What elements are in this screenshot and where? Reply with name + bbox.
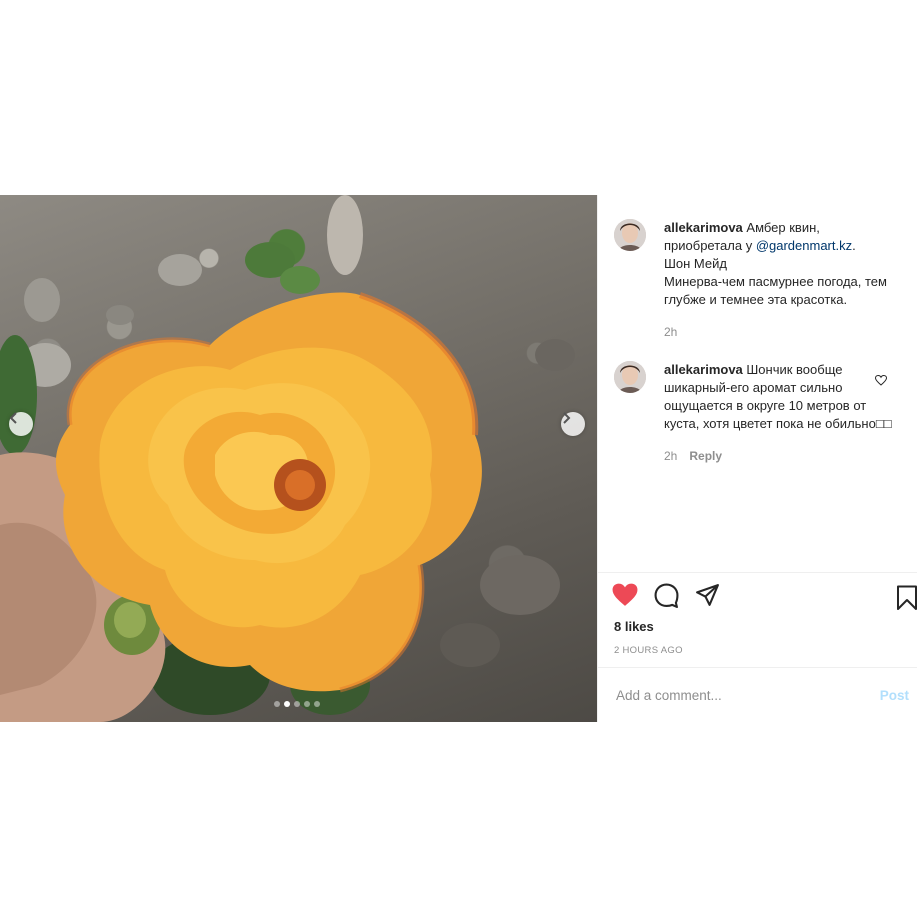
comment-time[interactable]: 2h (664, 323, 677, 341)
save-button[interactable] (895, 585, 917, 616)
comment-text: allekarimova Амбер квин, приобретала у @… (664, 220, 887, 307)
comment-bubble-icon (654, 583, 679, 608)
comments-list: allekarimova Амбер квин, приобретала у @… (598, 195, 917, 572)
post-timestamp[interactable]: 2 HOURS AGO (614, 645, 683, 656)
carousel-dot (284, 701, 290, 707)
comment-username[interactable]: allekarimova (664, 362, 743, 377)
carousel-dot (274, 701, 280, 707)
avatar[interactable] (614, 219, 646, 251)
chevron-right-icon (563, 412, 571, 424)
carousel-next-button[interactable] (561, 412, 585, 436)
chevron-left-icon (9, 412, 17, 424)
likes-count[interactable]: 8 likes (614, 619, 654, 634)
post-actions: 8 likes 2 HOURS AGO (598, 572, 917, 668)
heart-outline-icon (874, 374, 888, 386)
carousel-indicator (274, 701, 320, 707)
reply-button[interactable]: Reply (689, 447, 722, 465)
comment-username[interactable]: allekarimova (664, 220, 743, 235)
rose-photo (0, 195, 575, 722)
mention-link[interactable]: @gardenmart.kz (756, 238, 852, 253)
carousel-dot (294, 701, 300, 707)
add-comment-section: Post (598, 667, 917, 723)
carousel-prev-button[interactable] (9, 412, 33, 436)
post-side-panel: allekarimova Амбер квин, приобретала у @… (597, 195, 917, 722)
comment-input[interactable] (614, 687, 868, 704)
paper-plane-icon (696, 584, 719, 606)
share-button[interactable] (695, 583, 720, 613)
bookmark-icon (897, 585, 917, 610)
heart-filled-icon (612, 583, 638, 606)
instagram-post: allekarimova Амбер квин, приобретала у @… (0, 195, 917, 722)
comment-like-button[interactable] (874, 373, 888, 391)
comment-time[interactable]: 2h (664, 447, 677, 465)
caption-comment: allekarimova Амбер квин, приобретала у @… (614, 219, 901, 341)
comment-meta: 2h Reply (664, 447, 901, 465)
comment-meta: 2h (664, 323, 901, 341)
carousel-dot (304, 701, 310, 707)
comment: allekarimova Шончик вообще шикарный-его … (614, 361, 901, 465)
post-comment-button[interactable]: Post (874, 687, 915, 704)
post-image[interactable] (0, 195, 597, 722)
comment-text: allekarimova Шончик вообще шикарный-его … (664, 362, 892, 431)
like-button[interactable] (612, 583, 638, 613)
carousel-dot (314, 701, 320, 707)
comment-button[interactable] (654, 583, 679, 613)
avatar[interactable] (614, 361, 646, 393)
